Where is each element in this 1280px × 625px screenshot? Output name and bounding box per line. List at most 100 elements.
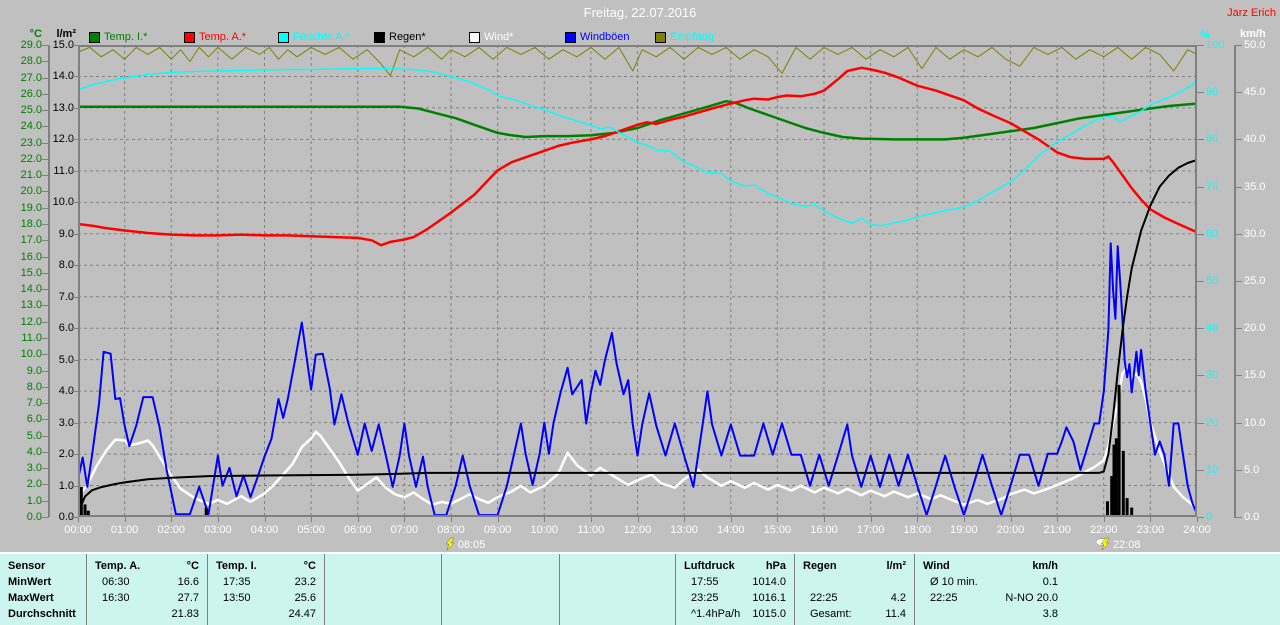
time-axis-tick-label: 24:00 (1183, 524, 1211, 536)
rain-axis-tick (71, 202, 78, 204)
humidity-axis-tick (1197, 281, 1204, 282)
temp-axis-tick-label: 22.0 (20, 152, 42, 165)
time-axis-tick (1150, 517, 1152, 522)
watermark-label: Jarz Erich (1227, 7, 1276, 19)
rain-axis-tick-label: 2.0 (58, 448, 74, 461)
temp-axis-tick (42, 256, 49, 258)
humidity-axis-tick-label: 50 (1206, 275, 1219, 287)
legend-swatch (184, 31, 195, 43)
time-axis-tick-label: 11:00 (577, 524, 605, 536)
legend-item-regen[interactable]: Regen* (374, 31, 426, 43)
temp-axis-tick (42, 191, 49, 193)
time-axis-tick (1197, 517, 1198, 522)
time-axis-tick (963, 517, 965, 522)
time-axis-tick-label: 21:00 (1043, 524, 1071, 536)
humidity-axis-tick-label: 100 (1206, 39, 1225, 51)
time-axis-tick (684, 517, 686, 522)
wind-axis-tick-label: 15.0 (1244, 369, 1266, 382)
wind-axis-tick (1234, 469, 1242, 471)
series-windben (78, 242, 1197, 517)
legend-item-tempa[interactable]: Temp. A.* (184, 31, 246, 43)
time-axis-tick-label: 22:00 (1089, 524, 1118, 536)
time-axis-tick (451, 517, 452, 522)
wind-axis-tick (1234, 517, 1242, 518)
legend-label: Regen* (389, 31, 426, 43)
rain-bar (204, 507, 208, 516)
legend-item-empfang[interactable]: Empfang (655, 31, 714, 43)
rain-axis-tick (71, 233, 78, 235)
legend-item-feuchtea[interactable]: Feuchte A.* (278, 31, 350, 43)
temp-axis-tick-label: 27.0 (20, 71, 42, 84)
temp-axis-tick (42, 240, 49, 242)
humidity-axis-tick-label: 10 (1206, 463, 1219, 476)
legend-swatch (374, 31, 385, 43)
rain-axis-tick (71, 359, 78, 361)
cloud-lightning-icon (1095, 537, 1110, 551)
rain-bar (83, 504, 87, 516)
temp-axis-tick-label: 2.0 (26, 478, 42, 491)
table-col-unit: °C (186, 560, 199, 572)
temp-axis-tick (42, 224, 49, 226)
temp-axis-tick (42, 93, 49, 95)
rain-axis-tick-label: 1.0 (58, 479, 74, 492)
wind-axis-tick-label: 25.0 (1244, 275, 1266, 287)
wind-axis-tick (1234, 281, 1242, 282)
wind-axis-tick (1234, 328, 1242, 330)
rain-axis-tick (71, 170, 78, 172)
temp-axis-tick (42, 272, 49, 274)
table-row-label: MinWert (8, 576, 52, 588)
humidity-axis-tick-label: 60 (1206, 227, 1219, 240)
table-cell-value: 11.4 (885, 608, 906, 620)
rain-axis-tick-label: 12.0 (52, 133, 74, 146)
temp-axis-tick (42, 61, 49, 63)
wind-axis-tick (1234, 139, 1242, 141)
temp-axis-tick (42, 468, 49, 470)
temp-axis-tick-label: 14.0 (20, 283, 42, 296)
time-axis-tick-label: 13:00 (670, 524, 698, 536)
rain-axis-tick-label: 5.0 (58, 353, 74, 366)
table-separator (324, 554, 325, 625)
humidity-axis-tick-label: 30 (1206, 369, 1219, 382)
legend-label: Temp. A.* (199, 31, 247, 43)
rain-bar (1106, 501, 1109, 516)
legend-item-windben[interactable]: Windböen (565, 31, 630, 43)
time-axis-tick-label: 14:00 (716, 524, 745, 536)
humidity-axis-tick (1197, 45, 1204, 46)
time-axis-tick (357, 517, 359, 522)
event-marker-0805: 08:05 (441, 537, 485, 551)
time-axis-tick-label: 18:00 (903, 524, 932, 536)
temp-axis-tick (42, 126, 49, 128)
time-axis-tick-label: 02:00 (157, 524, 186, 536)
rain-axis-tick-label: 4.0 (58, 385, 74, 398)
humidity-axis-tick (1197, 92, 1204, 94)
time-axis-tick (124, 517, 126, 522)
temp-axis-tick-label: 7.0 (26, 397, 42, 410)
legend-swatch (469, 31, 480, 43)
time-axis-tick-label: 00:00 (64, 524, 92, 536)
temp-axis-tick-label: 19.0 (20, 201, 42, 214)
wind-axis-tick (1234, 186, 1242, 188)
time-axis-tick (590, 517, 592, 522)
wind-axis-tick (1234, 45, 1242, 46)
legend-item-tempi[interactable]: Temp. I.* (89, 31, 147, 43)
table-row-label: Durchschnitt (8, 608, 76, 620)
rain-axis-tick-label: 14.0 (52, 70, 74, 83)
temp-axis-tick-label: 16.0 (20, 250, 42, 263)
legend-item-wind[interactable]: Wind* (469, 31, 513, 43)
wind-axis-tick-label: 0.0 (1244, 511, 1260, 523)
rain-bar (1121, 450, 1125, 516)
time-axis-tick-label: 23:00 (1136, 524, 1165, 536)
time-axis-tick (78, 517, 79, 522)
time-axis-tick-label: 16:00 (810, 524, 838, 536)
table-cell-value: 24.47 (288, 608, 316, 620)
rain-axis-tick (71, 328, 78, 330)
temp-axis-tick (42, 435, 49, 437)
temp-axis-tick-label: 23.0 (20, 136, 42, 149)
time-axis-tick-label: 19:00 (950, 524, 978, 536)
temp-axis-tick-label: 15.0 (20, 266, 42, 279)
stats-table: Sensor MinWert MaxWert Durchschnitt Temp. A.… (0, 552, 1280, 625)
chart-canvas[interactable] (78, 45, 1197, 517)
humidity-axis-tick (1197, 328, 1204, 330)
table-row-label: MaxWert (8, 592, 54, 604)
rain-axis-tick-label: 9.0 (58, 227, 74, 240)
